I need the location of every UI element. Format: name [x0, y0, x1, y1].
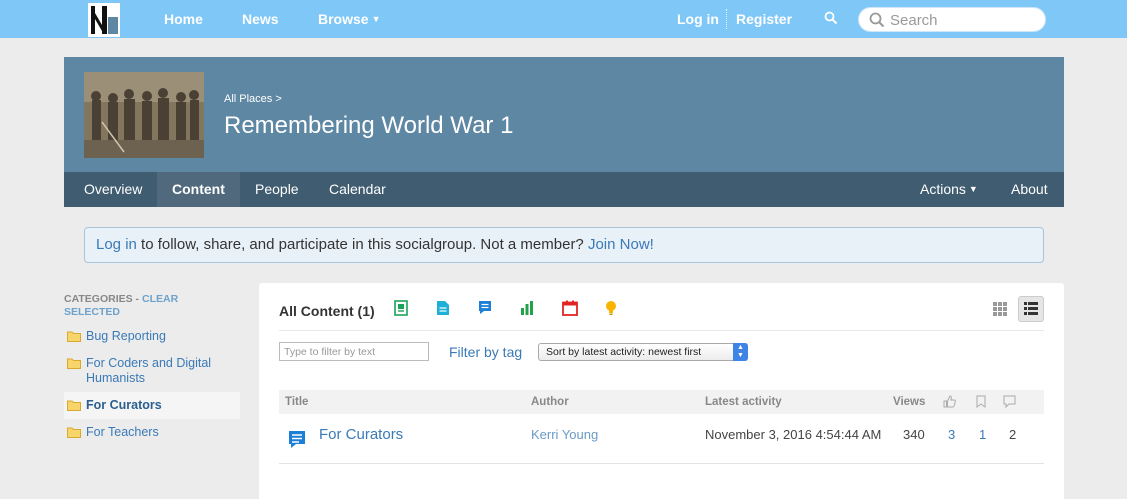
list-view-icon[interactable]	[1018, 296, 1044, 322]
row-latest-activity: November 3, 2016 4:54:44 AM	[705, 427, 882, 442]
thumbs-up-icon[interactable]	[943, 395, 956, 411]
discussion-icon[interactable]	[478, 300, 492, 316]
folder-icon	[67, 399, 81, 415]
event-icon[interactable]	[562, 300, 578, 316]
top-navbar: Home News Browse ▼ Log in Register	[0, 0, 1127, 38]
nav-browse-label: Browse	[318, 11, 369, 27]
chevron-down-icon: ▼	[371, 14, 381, 24]
divider	[279, 330, 1044, 331]
nav-home[interactable]: Home	[164, 11, 203, 27]
notice-login-link[interactable]: Log in	[96, 236, 137, 253]
row-author-link[interactable]: Kerri Young	[531, 427, 598, 442]
table-header: Title Author Latest activity Views	[279, 390, 1044, 414]
nav-browse[interactable]: Browse ▼	[318, 11, 381, 27]
filter-by-tag-link[interactable]: Filter by tag	[449, 344, 522, 360]
nav-news[interactable]: News	[242, 11, 279, 27]
place-tabs: Overview Content People Calendar Actions…	[64, 172, 1064, 207]
tab-calendar[interactable]: Calendar	[329, 172, 386, 207]
join-now-link[interactable]: Join Now!	[588, 236, 654, 253]
row-views: 340	[903, 427, 925, 442]
categories-label: CATEGORIES -	[64, 293, 142, 305]
grid-view-icon[interactable]	[987, 296, 1013, 322]
bookmark-icon[interactable]	[976, 395, 986, 411]
site-logo[interactable]	[88, 3, 120, 37]
place-avatar-photo	[84, 72, 204, 158]
poll-icon[interactable]	[520, 300, 534, 316]
tab-people[interactable]: People	[255, 172, 299, 207]
tab-about[interactable]: About	[1011, 172, 1048, 207]
category-item[interactable]: For Coders and Digital Humanists	[64, 356, 240, 388]
category-label: For Teachers	[86, 425, 159, 439]
file-icon[interactable]	[436, 300, 450, 316]
sort-selected-value: Sort by latest activity: newest first	[546, 346, 702, 358]
place-header: All Places > Remembering World War 1	[64, 57, 1064, 172]
column-views[interactable]: Views	[893, 396, 925, 408]
comment-icon[interactable]	[1003, 395, 1016, 411]
content-panel: All Content (1) Filter by tag Sort by la…	[259, 283, 1064, 499]
chevron-down-icon: ▼	[968, 184, 978, 194]
search-icon	[869, 12, 885, 28]
sort-select[interactable]: Sort by latest activity: newest first ▲ ▼	[538, 343, 748, 361]
column-author[interactable]: Author	[531, 396, 569, 408]
category-item-selected[interactable]: For Curators	[64, 392, 240, 419]
column-latest-activity[interactable]: Latest activity	[705, 396, 782, 408]
select-arrows-icon: ▲ ▼	[733, 343, 748, 361]
breadcrumb[interactable]: All Places >	[224, 93, 282, 105]
register-link[interactable]: Register	[736, 11, 792, 27]
tab-content[interactable]: Content	[157, 172, 240, 207]
discussion-icon	[288, 430, 306, 453]
row-likes[interactable]: 3	[948, 427, 955, 442]
row-comments: 2	[1009, 427, 1017, 442]
category-label: Bug Reporting	[86, 329, 166, 343]
row-bookmarks[interactable]: 1	[979, 427, 986, 442]
notice-text: to follow, share, and participate in thi…	[136, 236, 588, 253]
actions-menu[interactable]: Actions ▼	[920, 172, 978, 207]
search-input[interactable]	[890, 11, 1040, 29]
categories-heading: CATEGORIES - CLEAR SELECTED	[64, 293, 214, 319]
tab-overview[interactable]: Overview	[64, 172, 162, 207]
table-row[interactable]: For Curators Kerri Young November 3, 201…	[279, 414, 1044, 464]
page-title: Remembering World War 1	[224, 112, 514, 139]
all-content-filter[interactable]: All Content (1)	[279, 303, 375, 319]
nav-divider	[726, 9, 727, 29]
login-notice: Log in to follow, share, and participate…	[84, 227, 1044, 263]
category-item[interactable]: Bug Reporting	[64, 329, 240, 347]
folder-icon	[67, 330, 81, 346]
text-filter-input[interactable]	[279, 342, 429, 361]
search-icon[interactable]	[824, 11, 838, 25]
document-icon[interactable]	[394, 300, 408, 316]
column-title[interactable]: Title	[285, 396, 308, 408]
row-title-link[interactable]: For Curators	[319, 426, 403, 443]
actions-label: Actions	[920, 181, 966, 197]
category-label: For Curators	[86, 398, 162, 412]
search-box[interactable]	[858, 7, 1046, 32]
folder-icon	[67, 426, 81, 442]
idea-icon[interactable]	[604, 300, 618, 316]
folder-icon	[67, 357, 81, 373]
category-item[interactable]: For Teachers	[64, 425, 240, 443]
category-label: For Coders and Digital Humanists	[86, 356, 212, 385]
login-link[interactable]: Log in	[677, 11, 719, 27]
